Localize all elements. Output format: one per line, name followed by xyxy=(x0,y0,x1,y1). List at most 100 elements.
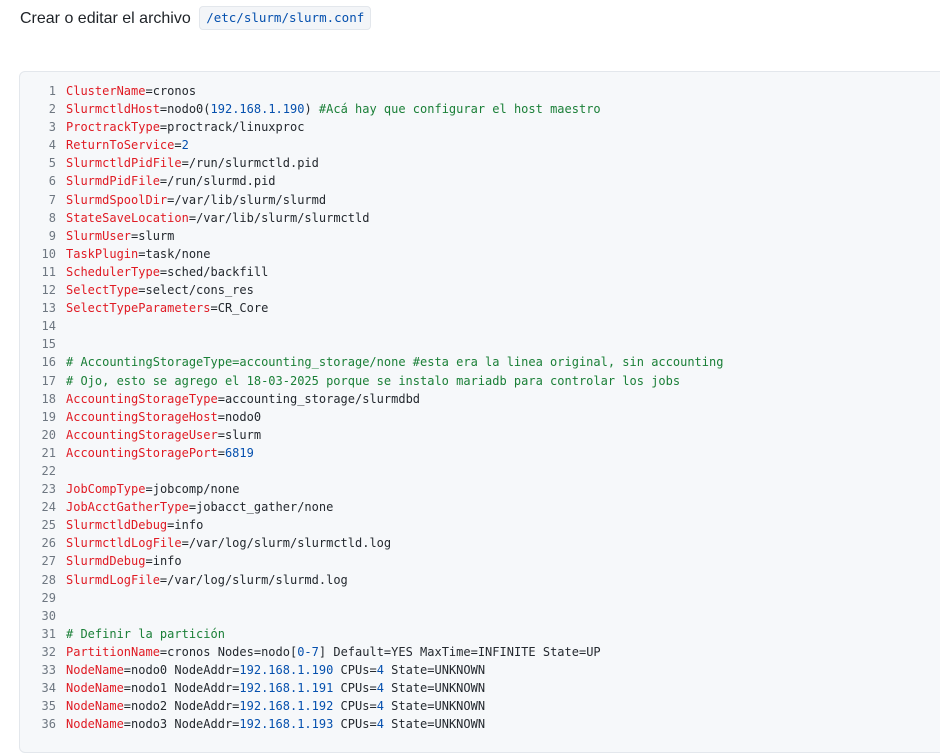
code-line: 2 SlurmctldHost=nodo0(192.168.1.190) #Acá… xyxy=(20,100,723,118)
code-line: 32 PartitionName=cronos Nodes=nodo[0-7] D… xyxy=(20,643,723,661)
code-token-num: 0-7 xyxy=(297,644,319,659)
line-number: 29 xyxy=(41,590,56,605)
line-number: 4 xyxy=(48,138,56,153)
line-number: 20 xyxy=(41,427,56,442)
code-token-key: SlurmdPidFile xyxy=(66,174,160,189)
line-number: 15 xyxy=(41,337,56,352)
code-line: 1 ClusterName=cronos xyxy=(20,82,723,100)
code-token-key: SlurmdSpoolDir xyxy=(66,192,168,207)
line-number: 16 xyxy=(41,355,56,370)
line-number: 24 xyxy=(41,500,56,515)
line-number: 35 xyxy=(41,699,56,714)
code-token-val: /var/lib/slurm/slurmd xyxy=(174,192,327,207)
line-number: 13 xyxy=(41,301,56,316)
code-token-key: SchedulerType xyxy=(66,264,160,279)
code-token-val: CR_Core xyxy=(217,301,269,316)
code-token-op: = xyxy=(210,301,218,316)
code-token-com: # Ojo, esto se agrego el 18-03-2025 porq… xyxy=(66,373,681,388)
code-token-key: NodeName xyxy=(66,681,124,696)
code-token-val: nodo1 NodeAddr= xyxy=(131,681,240,696)
code-token-key: StateSaveLocation xyxy=(66,210,189,225)
line-number: 5 xyxy=(48,156,56,171)
code-token-num: 4 xyxy=(376,717,384,732)
code-token-val: cronos xyxy=(152,84,197,98)
code-line: 28 SlurmdLogFile=/var/log/slurm/slurmd.lo… xyxy=(20,571,723,589)
code-token-val: task/none xyxy=(145,246,211,261)
code-line: 7 SlurmdSpoolDir=/var/lib/slurm/slurmd xyxy=(20,191,723,209)
line-number: 25 xyxy=(41,518,56,533)
code-token-key: NodeName xyxy=(66,717,124,732)
code-line: 17 # Ojo, esto se agrego el 18-03-2025 po… xyxy=(20,372,723,390)
line-number: 22 xyxy=(41,463,56,478)
line-number: 7 xyxy=(48,192,56,207)
code-token-com: # AccountingStorageType=accounting_stora… xyxy=(66,355,724,370)
code-token-val: nodo0( xyxy=(167,102,211,117)
code-token-key: AccountingStorageUser xyxy=(66,427,218,442)
code-token-op: = xyxy=(123,717,132,732)
instruction-text: Crear o editar el archivo /etc/slurm/slu… xyxy=(20,6,372,31)
code-token-val: info xyxy=(152,554,182,569)
code-token-val: jobacct_gather/none xyxy=(196,500,334,515)
code-token-key: ProctrackType xyxy=(66,120,160,135)
line-number: 9 xyxy=(48,228,56,243)
code-token-val: nodo2 NodeAddr= xyxy=(131,699,240,714)
code-token-key: SlurmctldDebug xyxy=(66,518,168,533)
line-number: 23 xyxy=(41,482,56,497)
code-token-key: SelectType xyxy=(66,283,139,298)
code-token-key: SlurmctldPidFile xyxy=(66,156,182,171)
code-token-num: 192.168.1.192 xyxy=(239,699,334,714)
code-token-val: /run/slurmd.pid xyxy=(167,174,276,189)
line-number: 31 xyxy=(41,626,56,641)
code-token-num: 192.168.1.190 xyxy=(239,663,334,677)
code-token-op: = xyxy=(145,84,153,98)
code-token-op: = xyxy=(217,427,225,442)
code-token-num: 192.168.1.191 xyxy=(239,681,334,696)
code-line: 20 AccountingStorageUser=slurm xyxy=(20,426,723,444)
code-line: 30 xyxy=(20,607,723,625)
code-block[interactable]: 1 ClusterName=cronos 2 SlurmctldHost = nodo0(… xyxy=(19,71,940,753)
code-token-num: 4 xyxy=(376,663,384,677)
line-number: 33 xyxy=(41,663,56,677)
code-line: 18 AccountingStorageType=accounting_stora… xyxy=(20,390,723,408)
code-line: 21 AccountingStoragePort=6819 xyxy=(20,444,723,462)
line-number: 2 xyxy=(48,102,56,117)
code-token-val: jobcomp/none xyxy=(152,482,240,497)
code-token-val: CPUs= xyxy=(333,699,377,714)
code-token-val: proctrack/linuxproc xyxy=(167,120,305,135)
code-line: 36 NodeName=nodo3 NodeAddr=192.168.1.193 … xyxy=(20,715,723,733)
line-number: 19 xyxy=(41,409,56,424)
code-token-key: PartitionName xyxy=(66,644,160,659)
code-token-op: = xyxy=(217,409,225,424)
code-token-key: SlurmctldHost xyxy=(66,102,160,117)
file-path-code: /etc/slurm/slurm.conf xyxy=(199,6,372,30)
line-number: 6 xyxy=(48,174,56,189)
code-token-key: SelectTypeParameters xyxy=(66,301,211,316)
code-token-op: = xyxy=(181,536,189,551)
code-token-val: State=UNKNOWN xyxy=(383,717,486,732)
code-token-val: ) xyxy=(304,102,319,117)
code-line: 29 xyxy=(20,589,723,607)
code-token-key: JobAcctGatherType xyxy=(66,500,189,515)
code-token-op: = xyxy=(217,445,225,460)
code-token-key: SlurmUser xyxy=(66,228,132,243)
code-token-key: NodeName xyxy=(66,663,124,677)
code-token-op: = xyxy=(188,210,197,225)
code-line: 8 StateSaveLocation=/var/lib/slurm/slurmc… xyxy=(20,209,723,227)
code-token-key: NodeName xyxy=(66,699,124,714)
code-line: 6 SlurmdPidFile=/run/slurmd.pid xyxy=(20,172,723,190)
code-line: 19 AccountingStorageHost=nodo0 xyxy=(20,408,723,426)
line-number: 1 xyxy=(48,84,56,98)
code-token-num: 192.168.1.193 xyxy=(239,717,334,732)
code-token-val: /var/log/slurm/slurmctld.log xyxy=(188,536,392,551)
line-number: 26 xyxy=(41,536,56,551)
code-token-val: ] Default=YES MaxTime=INFINITE State=UP xyxy=(318,644,601,659)
code-token-key: AccountingStorageType xyxy=(66,391,218,406)
line-number: 10 xyxy=(41,246,56,261)
code-token-val: slurm xyxy=(138,228,175,243)
code-token-val: info xyxy=(174,518,204,533)
code-token-val: sched/backfill xyxy=(167,264,269,279)
code-line: 10 TaskPlugin=task/none xyxy=(20,245,723,263)
code-token-num: 4 xyxy=(376,681,384,696)
code-line: 35 NodeName=nodo2 NodeAddr=192.168.1.192 … xyxy=(20,697,723,715)
code-line: 13 SelectTypeParameters=CR_Core xyxy=(20,299,723,317)
